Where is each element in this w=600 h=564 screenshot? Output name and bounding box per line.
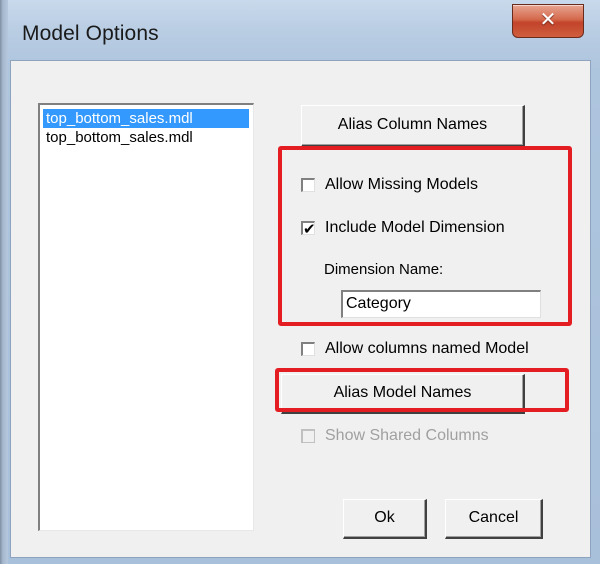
alias-model-names-highlight-box bbox=[275, 368, 569, 412]
dialog-client-area: top_bottom_sales.mdl top_bottom_sales.md… bbox=[10, 60, 591, 558]
list-item[interactable]: top_bottom_sales.mdl bbox=[43, 128, 196, 147]
close-icon: ✕ bbox=[539, 7, 557, 31]
window-frame-edge bbox=[0, 0, 8, 564]
cancel-button[interactable]: Cancel bbox=[445, 499, 543, 539]
list-item[interactable]: top_bottom_sales.mdl bbox=[43, 109, 249, 128]
allow-columns-named-model-label: Allow columns named Model bbox=[325, 340, 529, 357]
close-button[interactable]: ✕ bbox=[512, 4, 584, 38]
options-highlight-box bbox=[278, 146, 572, 326]
allow-columns-named-model-checkbox[interactable] bbox=[301, 342, 315, 356]
show-shared-columns-checkbox bbox=[301, 429, 315, 443]
ok-label: Ok bbox=[374, 509, 395, 526]
model-list[interactable]: top_bottom_sales.mdl top_bottom_sales.md… bbox=[38, 103, 254, 531]
cancel-label: Cancel bbox=[468, 509, 519, 526]
window-title: Model Options bbox=[22, 22, 159, 45]
show-shared-columns-label: Show Shared Columns bbox=[325, 427, 489, 444]
alias-column-names-button[interactable]: Alias Column Names bbox=[301, 105, 525, 147]
ok-button[interactable]: Ok bbox=[343, 499, 427, 539]
alias-column-names-label: Alias Column Names bbox=[337, 116, 488, 133]
